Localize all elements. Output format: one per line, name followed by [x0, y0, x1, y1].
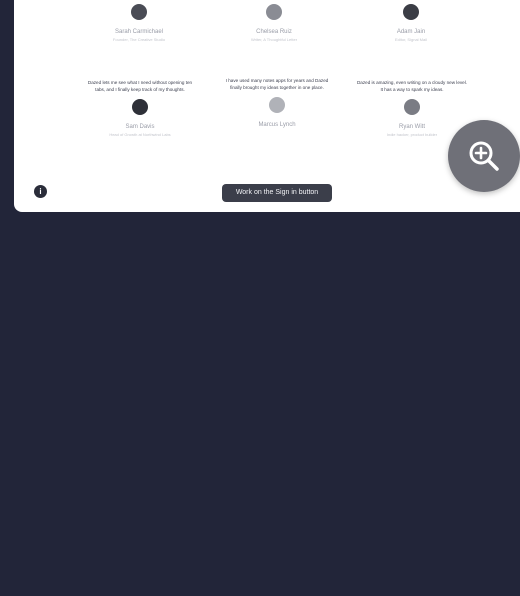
testimonial-2: I have used many notes apps for years an…: [220, 78, 334, 128]
avatar: [266, 4, 282, 20]
author-role: Writer, A Thoughtful Letter: [250, 37, 298, 42]
author-name: Sarah Carmichael: [114, 29, 164, 35]
avatar: [404, 99, 420, 116]
testimonial-quote: Dazed is amazing, even writing on a clou…: [356, 80, 468, 92]
author-role: Founder, The Creative Studio: [112, 37, 166, 42]
zoom-in-button[interactable]: [448, 120, 520, 192]
author-name: Sam Davis: [125, 124, 155, 131]
author-role: Editor, Signal Mail: [394, 37, 427, 42]
zoom-in-icon: [469, 141, 499, 171]
author-name: Adam Jain: [396, 29, 426, 35]
testimonial-top-1: Sarah Carmichael Founder, The Creative S…: [94, 4, 184, 43]
author-role: Indie hacker, product builder: [386, 132, 438, 138]
testimonial-top-3: Adam Jain Editor, Signal Mail: [366, 4, 456, 43]
avatar: [132, 99, 148, 116]
info-icon[interactable]: i: [34, 185, 47, 198]
testimonial-quote: Dazed lets me see what I need without op…: [87, 80, 193, 92]
author-name: Ryan Witt: [398, 124, 425, 131]
testimonials-card: Sarah Carmichael Founder, The Creative S…: [14, 0, 520, 212]
avatar: [269, 97, 285, 114]
testimonial-3: Dazed is amazing, even writing on a clou…: [356, 80, 468, 138]
avatar: [403, 4, 419, 20]
author-name: Chelsea Ruiz: [256, 29, 292, 35]
sign-in-hint-button[interactable]: Work on the Sign in button: [222, 184, 332, 202]
testimonial-1: Dazed lets me see what I need without op…: [86, 80, 194, 138]
author-role: Head of Growth at Northwind Labs: [109, 132, 171, 138]
testimonial-top-2: Chelsea Ruiz Writer, A Thoughtful Letter: [229, 4, 319, 43]
author-name: Marcus Lynch: [258, 122, 296, 129]
avatar: [131, 4, 147, 20]
testimonial-quote: I have used many notes apps for years an…: [225, 78, 329, 90]
